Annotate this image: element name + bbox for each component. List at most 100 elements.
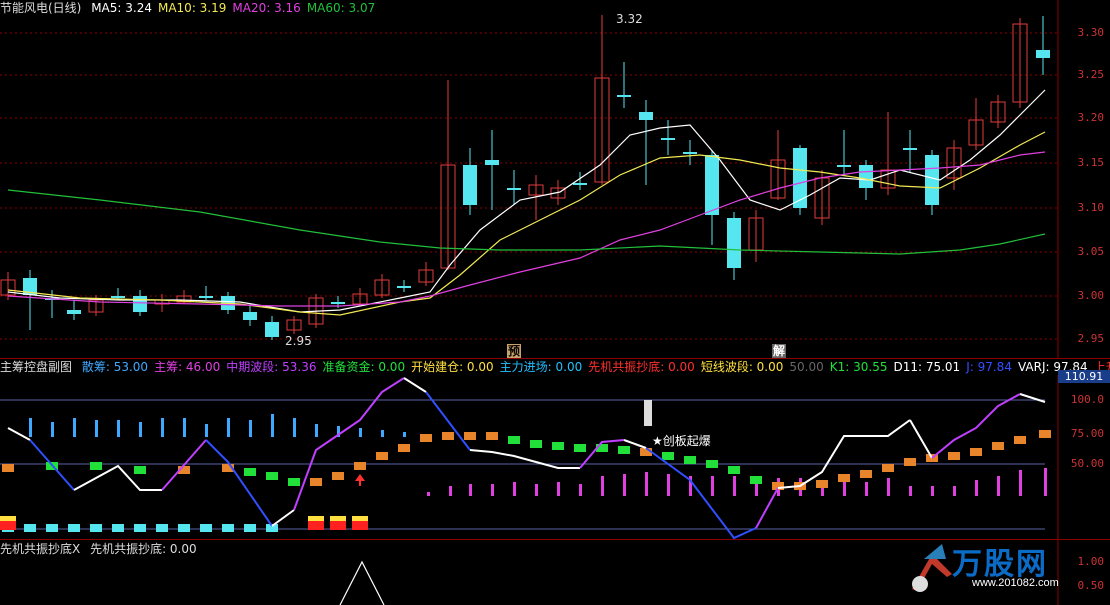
- signal-mark: [266, 472, 278, 480]
- bar-mark: [315, 424, 318, 437]
- sub-stat-label: 开始建仓: 0.00: [411, 360, 494, 374]
- signal-mark: [662, 452, 674, 460]
- bar-mark: [997, 476, 1000, 496]
- bar-mark: [931, 486, 934, 496]
- bar-mark: [1044, 468, 1047, 496]
- axis-tick-label: 3.30: [1077, 26, 1105, 39]
- axis-tick-label: 3.15: [1077, 156, 1105, 169]
- kdj-line: [425, 391, 471, 451]
- signal-jie-badge[interactable]: 解: [772, 344, 786, 358]
- candle-body: [463, 165, 477, 205]
- candle-body: [507, 188, 521, 190]
- sub-chart-title: 主筹控盘副图: [0, 360, 73, 374]
- kdj-line: [403, 377, 427, 393]
- candle-body: [265, 322, 279, 337]
- low-price-label: 2.95: [285, 334, 312, 348]
- bar-mark: [271, 414, 274, 437]
- axis-tick-label: 3.00: [1077, 289, 1105, 302]
- bar-mark: [95, 420, 98, 437]
- bar-mark: [623, 474, 626, 496]
- candle-body: [397, 286, 411, 288]
- pane-separator: [0, 358, 1110, 359]
- signal-mark: [486, 432, 498, 440]
- sub-stat-label: 主筹: 46.00: [154, 360, 221, 374]
- bar-mark: [469, 484, 472, 496]
- ma60-line: [7, 189, 1046, 255]
- bar-mark: [449, 486, 452, 496]
- signal-mark: [352, 520, 368, 530]
- candle-body: [331, 302, 345, 304]
- sub-stat-label: K1: 30.55: [829, 360, 888, 374]
- signal-mark: [420, 434, 432, 442]
- signal-mark: [992, 442, 1004, 450]
- bar-mark: [535, 484, 538, 496]
- signal-mark: [288, 478, 300, 486]
- signal-mark: [1039, 430, 1051, 438]
- candle-body: [1036, 50, 1050, 58]
- bar-mark: [733, 476, 736, 496]
- signal-mark: [970, 448, 982, 456]
- signal-mark: [244, 468, 256, 476]
- main-chart-header: 节能风电(日线) MA5: 3.24 MA10: 3.19 MA20: 3.16 MA…: [0, 0, 1058, 16]
- signal-mark: [904, 458, 916, 466]
- bar-mark: [183, 418, 186, 437]
- signal-mark: [0, 516, 16, 521]
- ma5-line: [7, 89, 1046, 313]
- ma-label: MA60: 3.07: [306, 1, 376, 15]
- signal-mark: [618, 446, 630, 454]
- high-price-label: 3.32: [616, 12, 643, 26]
- bar-mark: [711, 476, 714, 496]
- bar-mark: [73, 418, 76, 437]
- bar-mark: [29, 418, 32, 437]
- candle-body: [485, 160, 499, 165]
- bar-mark: [513, 482, 516, 496]
- bar-mark: [403, 432, 406, 437]
- signal-triangle: [339, 560, 385, 605]
- chart-canvas[interactable]: [0, 0, 1110, 605]
- sub-stat-label: 50.00: [789, 360, 824, 374]
- candle-body: [859, 165, 873, 188]
- bar-mark: [491, 484, 494, 496]
- bar-mark: [843, 482, 846, 496]
- signal-mark: [90, 524, 102, 532]
- bar-mark: [667, 474, 670, 496]
- bar-mark: [139, 422, 142, 437]
- sub-stat-label: 准备资金: 0.00: [322, 360, 406, 374]
- bar-mark: [601, 476, 604, 496]
- bar-mark: [865, 482, 868, 496]
- signal-mark: [398, 444, 410, 452]
- signal-mark: [330, 520, 346, 530]
- sub-stat-label: D11: 75.01: [893, 360, 961, 374]
- signal-mark: [530, 440, 542, 448]
- candle-body: [793, 148, 807, 208]
- signal-mark: [860, 470, 872, 478]
- bar-mark: [1019, 470, 1022, 496]
- current-value-badge: 110.91: [1058, 370, 1110, 383]
- signal-mark: [442, 432, 454, 440]
- signal-mark: [574, 444, 586, 452]
- axis-tick-label: 3.05: [1077, 245, 1105, 258]
- third-chart-title: 先机共振抄底X: [0, 542, 81, 556]
- bar-mark: [117, 420, 120, 437]
- candle-body: [639, 112, 653, 120]
- axis-tick-label: 3.20: [1077, 111, 1105, 124]
- signal-mark: [178, 524, 190, 532]
- signal-mark: [1014, 436, 1026, 444]
- sub-stat-label: 散筹: 53.00: [81, 360, 149, 374]
- signal-mark: [706, 460, 718, 468]
- kdj-line: [29, 439, 75, 491]
- bar-mark: [909, 486, 912, 496]
- candle-body: [199, 296, 213, 298]
- signal-mark: [684, 456, 696, 464]
- candle-body: [837, 165, 851, 167]
- signal-mark: [508, 436, 520, 444]
- sub-stat-label: 主力进场: 0.00: [499, 360, 583, 374]
- kdj-line: [7, 427, 31, 441]
- signal-yu-badge[interactable]: 预: [507, 344, 521, 358]
- sub-stat-label: 中期波段: 53.36: [226, 360, 317, 374]
- candle-body: [243, 312, 257, 320]
- signal-mark: [728, 466, 740, 474]
- ma-label: MA5: 3.24: [91, 1, 152, 15]
- bar-mark: [645, 472, 648, 496]
- bar-mark: [579, 484, 582, 496]
